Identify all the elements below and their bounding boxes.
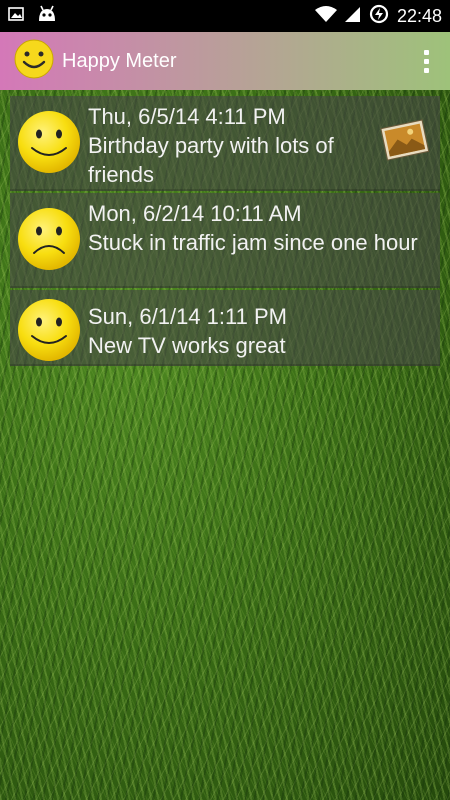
mood-entry[interactable]: Mon, 6/2/14 10:11 AM Stuck in traffic ja…	[10, 193, 440, 288]
app-title: Happy Meter	[62, 49, 177, 72]
battery-charging-icon	[369, 4, 389, 28]
entry-text: Birthday party with lots of friends	[88, 133, 334, 187]
entry-date: Thu, 6/5/14 4:11 PM	[88, 104, 286, 129]
entry-date: Mon, 6/2/14 10:11 AM	[88, 201, 302, 226]
mood-entry[interactable]: Sun, 6/1/14 1:11 PM New TV works great	[10, 290, 440, 366]
image-icon	[8, 6, 24, 26]
action-bar: Happy Meter	[0, 32, 450, 90]
mood-entry[interactable]: Thu, 6/5/14 4:11 PM Birthday party with …	[10, 96, 440, 191]
smiley-logo-icon[interactable]	[14, 39, 54, 83]
overflow-menu-icon[interactable]	[416, 46, 436, 76]
sad-face-icon	[17, 207, 81, 275]
happy-face-icon	[17, 298, 81, 366]
mood-entry-list: Thu, 6/5/14 4:11 PM Birthday party with …	[10, 96, 440, 368]
status-time: 22:48	[396, 5, 442, 26]
signal-icon	[344, 5, 361, 27]
status-bar: 22:48	[0, 0, 450, 32]
photo-attachment-icon[interactable]	[378, 118, 432, 168]
entry-text: New TV works great	[88, 333, 286, 358]
entry-date: Sun, 6/1/14 1:11 PM	[88, 304, 287, 329]
android-icon	[36, 5, 58, 27]
entry-text: Stuck in traffic jam since one hour	[88, 230, 418, 255]
happy-face-icon	[17, 110, 81, 178]
wifi-icon	[314, 5, 337, 27]
